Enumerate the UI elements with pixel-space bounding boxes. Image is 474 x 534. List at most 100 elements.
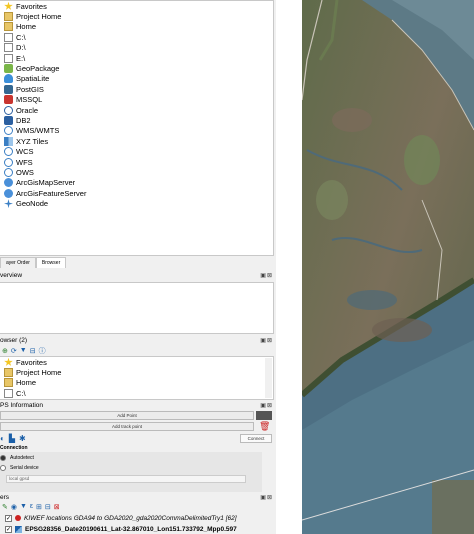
vertical-scrollbar[interactable] [265, 358, 272, 398]
browser2-item-label: Project Home [16, 368, 62, 378]
browser-item[interactable]: D:\ [0, 43, 273, 53]
browser2-toolbar: ⊕ ⟳ ▼ ⊟ ⓘ [0, 346, 276, 355]
overview-panel-header: verview ▣⊠ [0, 271, 276, 280]
browser-item-label: WFS [16, 157, 33, 167]
serial-device-option[interactable]: Serial device [0, 465, 39, 471]
properties-icon[interactable]: ⓘ [39, 346, 46, 356]
refresh-icon[interactable]: ⟳ [11, 347, 17, 355]
browser-item-label: DB2 [16, 115, 31, 125]
geopackage-icon [4, 64, 13, 74]
browser-item[interactable]: Home [0, 22, 273, 32]
browser-item[interactable]: Oracle [0, 105, 273, 115]
browser-item-label: Favorites [16, 1, 47, 11]
browser2-tree: Favorites Project Home Home C:\ [0, 356, 274, 400]
browser-item[interactable]: ArcGisFeatureServer [0, 188, 273, 198]
browser-item-label: PostGIS [16, 84, 44, 94]
browser-item[interactable]: E:\ [0, 53, 273, 63]
chart-icon[interactable]: ▙ [9, 434, 15, 443]
browser2-item[interactable]: Project Home [0, 367, 273, 378]
left-dock: Favorites Project Home Home C:\ D:\ E:\ GeoPac… [0, 0, 276, 534]
overview-panel [0, 282, 274, 334]
connect-button[interactable]: Connect [240, 434, 272, 443]
browser-item-label: GeoNode [16, 199, 49, 209]
collapse-icon[interactable]: ⊟ [45, 503, 51, 511]
browser-item[interactable]: Project Home [0, 11, 273, 22]
browser-item[interactable]: WFS [0, 157, 273, 167]
gps-title: PS Information [0, 402, 43, 409]
raster-layer-icon [15, 525, 22, 533]
browser-item[interactable]: GeoNode [0, 198, 273, 209]
globe-icon [4, 167, 13, 177]
connection-box [0, 452, 262, 492]
browser-item[interactable]: WMS/WMTS [0, 126, 273, 136]
browser2-panel-header: owser (2) ▣⊠ [0, 336, 276, 345]
browser-item[interactable]: MSSQL [0, 95, 273, 105]
record-button[interactable] [256, 411, 272, 420]
eye-icon[interactable]: ◉ [11, 503, 17, 511]
remove-icon[interactable]: ⊠ [54, 503, 60, 511]
drive-icon [4, 388, 13, 398]
browser-item[interactable]: GeoPackage [0, 63, 273, 74]
expression-icon[interactable]: ε [30, 503, 33, 510]
settings-icon[interactable]: ✱ [19, 434, 26, 443]
serial-device-label: Serial device [10, 465, 39, 471]
layer-row[interactable]: ✓ EPSG28356_Date20190611_Lat-32.867010_L… [0, 524, 276, 534]
point-layer-icon [15, 515, 21, 521]
drive-icon [4, 53, 13, 63]
panel-controls[interactable]: ▣⊠ [260, 272, 273, 279]
expand-icon[interactable]: ⊞ [36, 503, 42, 511]
browser-item[interactable]: Favorites [0, 1, 273, 11]
collapse-icon[interactable]: ⊟ [30, 347, 36, 355]
folder-icon [4, 368, 13, 378]
layer-row[interactable]: ✓ KIWEF locations GDA94 to GDA2020_gda20… [0, 513, 276, 523]
layer-checkbox[interactable]: ✓ [5, 525, 12, 533]
tab-layer-order[interactable]: ayer Order [0, 257, 36, 268]
autodetect-radio[interactable] [0, 455, 6, 461]
browser-item[interactable]: XYZ Tiles [0, 136, 273, 146]
add-icon[interactable]: ⊕ [2, 347, 8, 355]
gpsd-dropdown[interactable]: local gpsd [6, 475, 246, 483]
oracle-icon [4, 105, 13, 115]
panel-controls[interactable]: ▣⊠ [260, 494, 273, 501]
layer-checkbox[interactable]: ✓ [5, 514, 12, 522]
browser-item[interactable]: C:\ [0, 32, 273, 42]
serial-radio[interactable] [0, 465, 6, 471]
browser-item-label: ArcGisFeatureServer [16, 188, 87, 198]
style-icon[interactable]: ✎ [2, 503, 8, 511]
browser-item[interactable]: SpatiaLite [0, 74, 273, 84]
browser-item[interactable]: DB2 [0, 115, 273, 125]
browser2-item[interactable]: C:\ [0, 388, 273, 398]
dock-tabs: ayer Order Browser [0, 256, 276, 268]
map-canvas[interactable] [302, 0, 474, 534]
browser-item-label: WCS [16, 147, 34, 157]
browser2-item[interactable]: Favorites [0, 357, 273, 367]
browser-item[interactable]: ArcGisMapServer [0, 178, 273, 188]
gps-info-icon[interactable]: ◐ [0, 434, 5, 443]
panel-controls[interactable]: ▣⊠ [260, 337, 273, 344]
map-gap [276, 0, 302, 534]
tab-browser[interactable]: Browser [35, 257, 67, 268]
browser2-item-label: Favorites [16, 357, 47, 367]
browser-item[interactable]: OWS [0, 167, 273, 177]
browser-item-label: ArcGisMapServer [16, 178, 76, 188]
layers-panel-header: ers ▣⊠ [0, 493, 276, 502]
folder-icon [4, 22, 13, 32]
browser-item-label: D:\ [16, 43, 26, 53]
arcgis-icon [4, 188, 13, 198]
spatialite-icon [4, 74, 13, 84]
panel-controls[interactable]: ▣⊠ [260, 402, 273, 409]
browser2-item[interactable]: Home [0, 378, 273, 388]
browser-item[interactable]: PostGIS [0, 84, 273, 94]
autodetect-option[interactable]: Autodetect [0, 455, 34, 461]
browser-item-label: MSSQL [16, 95, 43, 105]
folder-icon [4, 378, 13, 388]
trash-icon[interactable]: 🗑 [259, 422, 270, 431]
gps-scrollbar[interactable] [265, 452, 272, 492]
filter-icon[interactable]: ▼ [20, 503, 27, 510]
filter-icon[interactable]: ▼ [20, 347, 27, 354]
add-point-button[interactable]: Add Point [0, 411, 254, 420]
drive-icon [4, 32, 13, 42]
add-track-point-button[interactable]: Add track point [0, 422, 254, 431]
browser-item-label: Oracle [16, 105, 39, 115]
browser-item[interactable]: WCS [0, 146, 273, 157]
